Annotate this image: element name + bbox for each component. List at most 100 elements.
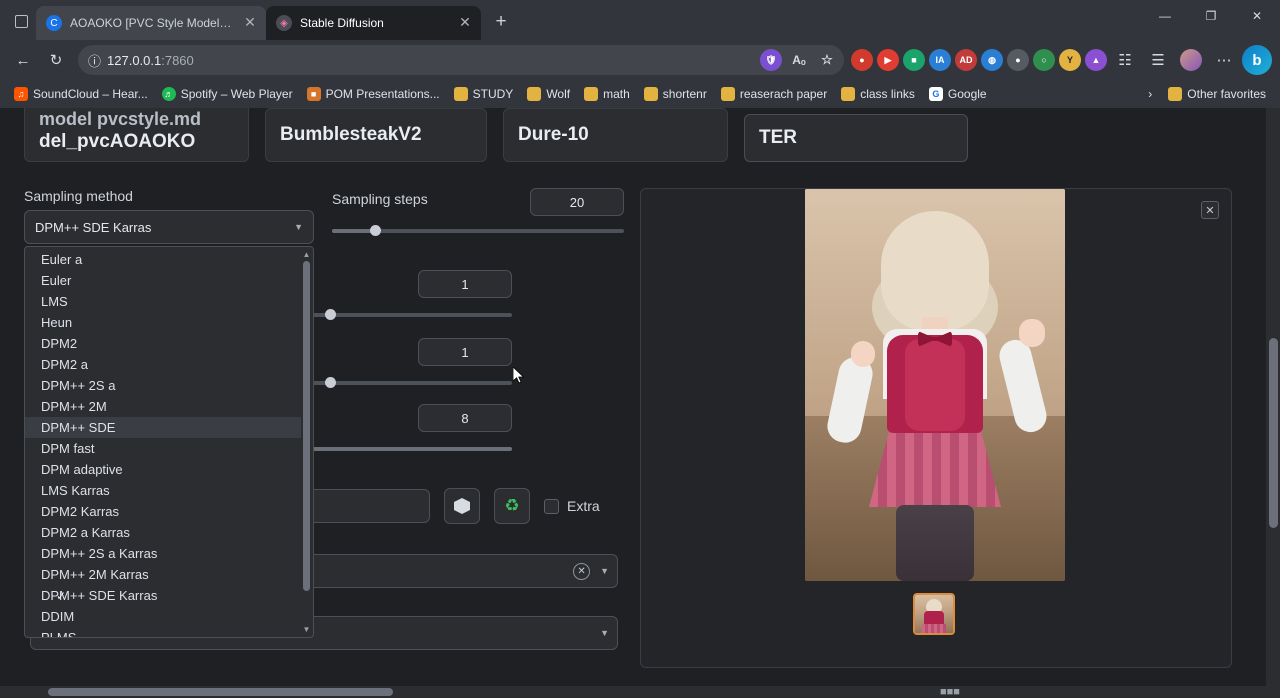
model-card-aoaoko[interactable]: model pvcstyle.md del_pvcAOAOKO bbox=[24, 108, 249, 162]
sampling-option-euler-a[interactable]: Euler a bbox=[25, 249, 301, 270]
address-bar[interactable]: ⓘ 127.0.0.1:7860 🛡 Aₒ ☆ bbox=[78, 45, 844, 75]
sampling-option-heun[interactable]: Heun bbox=[25, 312, 301, 333]
chevron-down-icon: ▼ bbox=[600, 628, 609, 638]
sampling-option-dpm-2s-a[interactable]: DPM++ 2S a bbox=[25, 375, 301, 396]
bookmark-spotify[interactable]: ♬Spotify – Web Player bbox=[156, 84, 299, 104]
scroll-down-arrow-icon[interactable]: ▼ bbox=[302, 624, 311, 635]
tab-close-icon-stable-diffusion[interactable]: ✕ bbox=[457, 15, 473, 31]
ext-y-icon[interactable]: Y bbox=[1059, 49, 1081, 71]
sampling-option-label: PLMS bbox=[41, 630, 76, 637]
sampling-option-dpm-2m[interactable]: DPM++ 2M bbox=[25, 396, 301, 417]
close-window-button[interactable]: ✕ bbox=[1234, 0, 1280, 32]
mouse-cursor bbox=[513, 367, 525, 385]
sampling-method-select[interactable]: DPM++ SDE Karras ▼ bbox=[24, 210, 314, 244]
sampling-option-euler[interactable]: Euler bbox=[25, 270, 301, 291]
new-tab-button[interactable]: + bbox=[487, 8, 515, 36]
shield-icon[interactable]: 🛡 bbox=[760, 49, 782, 71]
sampling-steps-input[interactable]: 20 bbox=[530, 188, 624, 216]
ext-ia-icon[interactable]: IA bbox=[929, 49, 951, 71]
batch-count-input[interactable]: 1 bbox=[418, 270, 512, 298]
sampling-option-label: DDIM bbox=[41, 609, 74, 624]
sampling-option-dpm-2s-a-karras[interactable]: DPM++ 2S a Karras bbox=[25, 543, 301, 564]
model-cards-row: model pvcstyle.md del_pvcAOAOKO Bumblest… bbox=[0, 108, 1262, 176]
bookmark-class-links[interactable]: class links bbox=[835, 84, 921, 104]
ext-purple-icon[interactable]: ▲ bbox=[1085, 49, 1107, 71]
ext-blue-icon[interactable]: ◍ bbox=[981, 49, 1003, 71]
sampling-option-dpm-sde-karras[interactable]: ✓DPM++ SDE Karras bbox=[25, 585, 301, 606]
sampling-option-dpm2-karras[interactable]: DPM2 Karras bbox=[25, 501, 301, 522]
cfg-scale-input[interactable]: 8 bbox=[418, 404, 512, 432]
sampling-method-option-list[interactable]: Euler aEulerLMSHeunDPM2DPM2 aDPM++ 2S aD… bbox=[25, 247, 301, 637]
sampling-option-dpm2[interactable]: DPM2 bbox=[25, 333, 301, 354]
bookmark-math[interactable]: math bbox=[578, 84, 636, 104]
generated-image-thumbnail[interactable] bbox=[913, 593, 955, 635]
bookmark-study[interactable]: STUDY bbox=[448, 84, 520, 104]
sampling-option-label: DPM2 bbox=[41, 336, 77, 351]
ext-green-icon[interactable]: ○ bbox=[1033, 49, 1055, 71]
dropdown-scrollbar[interactable]: ▲ ▼ bbox=[302, 249, 311, 635]
batch-size-input[interactable]: 1 bbox=[418, 338, 512, 366]
sampling-option-plms[interactable]: PLMS bbox=[25, 627, 301, 637]
copilot-button[interactable]: b bbox=[1242, 45, 1272, 75]
model-card-bumblesteak[interactable]: BumblesteakV2 bbox=[265, 108, 487, 162]
other-favorites-folder[interactable]: Other favorites bbox=[1162, 84, 1272, 104]
sampling-option-dpm2-a[interactable]: DPM2 a bbox=[25, 354, 301, 375]
close-preview-button[interactable]: ✕ bbox=[1201, 201, 1219, 219]
read-aloud-icon[interactable]: Aₒ bbox=[788, 49, 810, 71]
site-info-icon[interactable]: ⓘ bbox=[88, 51, 101, 70]
bookmark-google[interactable]: GGoogle bbox=[923, 84, 993, 104]
clear-icon[interactable]: ✕ bbox=[573, 563, 590, 580]
webui-page: model pvcstyle.md del_pvcAOAOKO Bumblest… bbox=[0, 108, 1280, 698]
recycle-seed-icon: ♻ bbox=[504, 496, 519, 516]
scroll-up-arrow-icon[interactable]: ▲ bbox=[302, 249, 311, 260]
reload-icon[interactable]: ↻ bbox=[41, 45, 71, 75]
sampling-option-ddim[interactable]: DDIM bbox=[25, 606, 301, 627]
bookmark-research-paper[interactable]: reaserach paper bbox=[715, 84, 833, 104]
bookmark-label: shortenr bbox=[663, 87, 707, 101]
sampling-option-label: DPM++ 2M Karras bbox=[41, 567, 149, 582]
ext-ad-icon[interactable]: AD bbox=[955, 49, 977, 71]
sampling-option-dpm-fast[interactable]: DPM fast bbox=[25, 438, 301, 459]
settings-more-icon[interactable]: ⋯ bbox=[1209, 45, 1239, 75]
favorite-star-icon[interactable]: ☆ bbox=[816, 49, 838, 71]
bookmark-label: math bbox=[603, 87, 630, 101]
bookmark-label: STUDY bbox=[473, 87, 514, 101]
collections-icon[interactable]: ☷ bbox=[1110, 45, 1140, 75]
sampling-steps-slider[interactable] bbox=[332, 224, 624, 238]
recycle-seed-button[interactable]: ♻ bbox=[494, 488, 530, 524]
bookmark-shortenr[interactable]: shortenr bbox=[638, 84, 713, 104]
generated-image[interactable] bbox=[805, 189, 1065, 581]
minimize-button[interactable]: — bbox=[1142, 0, 1188, 32]
sampling-option-dpm-adaptive[interactable]: DPM adaptive bbox=[25, 459, 301, 480]
extra-checkbox[interactable] bbox=[544, 499, 559, 514]
favorites-icon[interactable]: ☰ bbox=[1143, 45, 1173, 75]
bookmark-label: Google bbox=[948, 87, 987, 101]
tab-close-icon-aoaoko[interactable]: ✕ bbox=[242, 15, 258, 31]
page-vertical-scrollbar[interactable] bbox=[1266, 108, 1280, 698]
styles-cube-button[interactable] bbox=[444, 488, 480, 524]
ext-red-icon[interactable]: ● bbox=[851, 49, 873, 71]
tab-search-icon[interactable] bbox=[6, 6, 36, 36]
sampling-option-lms-karras[interactable]: LMS Karras bbox=[25, 480, 301, 501]
profile-avatar-icon[interactable] bbox=[1176, 45, 1206, 75]
model-card-dure[interactable]: Dure-10 bbox=[503, 108, 728, 162]
sampling-option-dpm-sde[interactable]: DPM++ SDE bbox=[25, 417, 301, 438]
bookmark-soundcloud[interactable]: ♫SoundCloud – Hear... bbox=[8, 84, 154, 104]
bookmarks-overflow-chevron[interactable]: › bbox=[1142, 84, 1158, 104]
sampling-option-label: DPM2 Karras bbox=[41, 504, 119, 519]
ext-orange-icon[interactable]: ▶ bbox=[877, 49, 899, 71]
back-icon[interactable]: ← bbox=[8, 45, 38, 75]
sampling-method-dropdown[interactable]: Euler aEulerLMSHeunDPM2DPM2 aDPM++ 2S aD… bbox=[24, 246, 314, 638]
maximize-button[interactable]: ❐ bbox=[1188, 0, 1234, 32]
bookmark-wolf[interactable]: Wolf bbox=[521, 84, 576, 104]
chevron-down-icon: ▼ bbox=[294, 222, 303, 232]
tab-aoaoko[interactable]: C AOAOKO [PVC Style Model] – PV... ✕ bbox=[36, 6, 266, 40]
sampling-option-lms[interactable]: LMS bbox=[25, 291, 301, 312]
sampling-option-dpm2-a-karras[interactable]: DPM2 a Karras bbox=[25, 522, 301, 543]
model-card-ter[interactable]: TER bbox=[744, 114, 968, 162]
tab-stable-diffusion[interactable]: ◈ Stable Diffusion ✕ bbox=[266, 6, 481, 40]
bookmark-pom[interactable]: ■POM Presentations... bbox=[301, 84, 446, 104]
ext-grey-icon[interactable]: ● bbox=[1007, 49, 1029, 71]
sampling-option-dpm-2m-karras[interactable]: DPM++ 2M Karras bbox=[25, 564, 301, 585]
ext-teal-icon[interactable]: ■ bbox=[903, 49, 925, 71]
